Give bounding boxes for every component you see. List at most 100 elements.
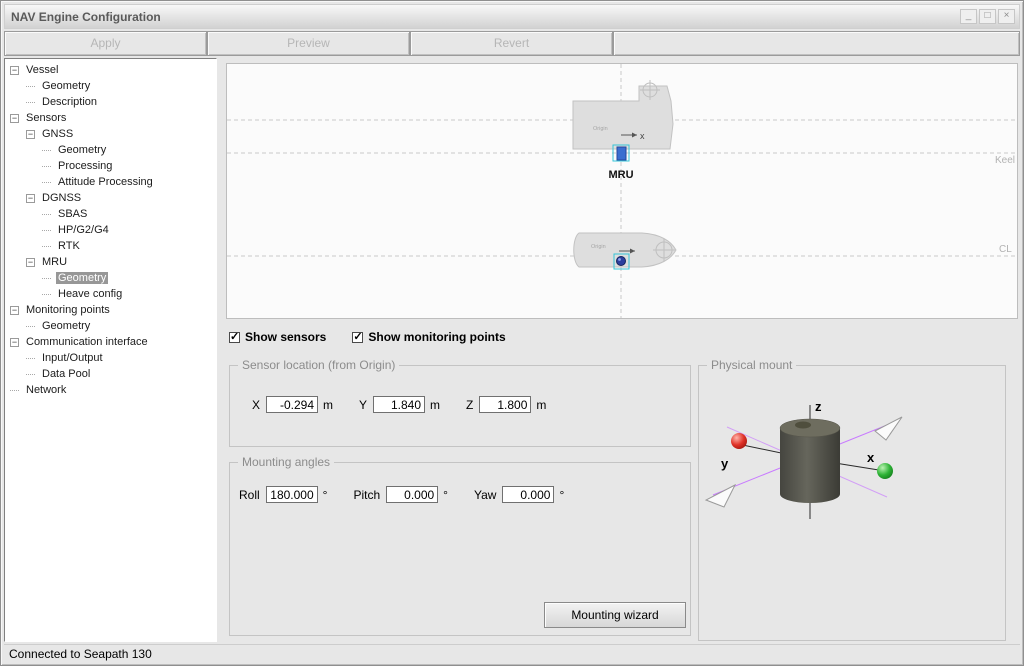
- pitch-label: Pitch: [353, 488, 380, 502]
- tree-item-label[interactable]: Input/Output: [40, 352, 105, 364]
- x-label: X: [252, 398, 260, 412]
- z-unit: m: [536, 398, 546, 412]
- vessel-diagram[interactable]: Keel CL Origin x MRU: [226, 63, 1018, 319]
- show-sensors-option[interactable]: ✓ Show sensors: [229, 330, 326, 344]
- maximize-button[interactable]: □: [979, 9, 996, 24]
- x-axis-label: x: [640, 131, 645, 141]
- toolbar-spacer: [613, 31, 1020, 56]
- tree-item-geometry[interactable]: Geometry: [5, 270, 216, 286]
- tree-expand-icon[interactable]: −: [26, 194, 35, 203]
- tree-item-geometry[interactable]: Geometry: [5, 142, 216, 158]
- apply-button[interactable]: Apply: [4, 31, 207, 56]
- close-button[interactable]: ×: [998, 9, 1015, 24]
- tree-item-label[interactable]: Attitude Processing: [56, 176, 155, 188]
- tree-item-attitude-processing[interactable]: Attitude Processing: [5, 174, 216, 190]
- window-title: NAV Engine Configuration: [5, 10, 960, 24]
- tree-connector-line: [42, 182, 51, 183]
- tree-item-processing[interactable]: Processing: [5, 158, 216, 174]
- sensor-location-group: Sensor location (from Origin) X m Y m Z …: [229, 365, 691, 447]
- z-input[interactable]: [479, 396, 531, 413]
- vessel-diagram-svg: Keel CL Origin x MRU: [227, 64, 1017, 318]
- z-label: Z: [466, 398, 473, 412]
- tree-item-label[interactable]: RTK: [56, 240, 82, 252]
- tree-expand-icon[interactable]: −: [26, 258, 35, 267]
- tree-item-label[interactable]: Geometry: [40, 320, 92, 332]
- nav-engine-configuration-window: NAV Engine Configuration _ □ × Apply Pre…: [0, 0, 1024, 666]
- tree-item-input-output[interactable]: Input/Output: [5, 350, 216, 366]
- toolbar: Apply Preview Revert: [4, 31, 1020, 56]
- tree-item-heave-config[interactable]: Heave config: [5, 286, 216, 302]
- tree-expand-icon[interactable]: −: [10, 114, 19, 123]
- tree-connector-line: [26, 86, 35, 87]
- mounting-angles-group: Mounting angles Roll ° Pitch ° Yaw ° Mou…: [229, 462, 691, 636]
- tree-panel[interactable]: −VesselGeometryDescription−Sensors−GNSSG…: [4, 58, 217, 642]
- tree-item-label[interactable]: GNSS: [40, 128, 75, 140]
- connection-status: Connected to Seapath 130: [9, 647, 152, 661]
- roll-input[interactable]: [266, 486, 318, 503]
- pitch-input[interactable]: [386, 486, 438, 503]
- tree-item-sbas[interactable]: SBAS: [5, 206, 216, 222]
- x-unit: m: [323, 398, 333, 412]
- y-axis-label: y: [721, 456, 729, 471]
- tree-item-label[interactable]: Geometry: [40, 80, 92, 92]
- physical-mount-3d-view: z y x: [699, 367, 1005, 639]
- tree-item-label[interactable]: Network: [24, 384, 68, 396]
- tree-item-description[interactable]: Description: [5, 94, 216, 110]
- tree-item-geometry[interactable]: Geometry: [5, 318, 216, 334]
- mounting-wizard-button[interactable]: Mounting wizard: [544, 602, 686, 628]
- tree-item-label[interactable]: Monitoring points: [24, 304, 112, 316]
- tree-item-rtk[interactable]: RTK: [5, 238, 216, 254]
- tree-item-sensors[interactable]: −Sensors: [5, 110, 216, 126]
- y-input[interactable]: [373, 396, 425, 413]
- tree-item-label[interactable]: Geometry: [56, 144, 108, 156]
- revert-button[interactable]: Revert: [410, 31, 613, 56]
- tree-item-label[interactable]: Communication interface: [24, 336, 150, 348]
- tree-item-label[interactable]: SBAS: [56, 208, 89, 220]
- physical-mount-group: Physical mount: [698, 365, 1006, 641]
- yaw-input[interactable]: [502, 486, 554, 503]
- tree-item-geometry[interactable]: Geometry: [5, 78, 216, 94]
- show-monitoring-points-checkbox[interactable]: ✓: [352, 332, 363, 343]
- tree-connector-line: [42, 150, 51, 151]
- keel-label: Keel: [995, 155, 1015, 166]
- tree-item-network[interactable]: Network: [5, 382, 216, 398]
- tree-item-label[interactable]: Processing: [56, 160, 114, 172]
- show-sensors-checkbox[interactable]: ✓: [229, 332, 240, 343]
- tree-item-gnss[interactable]: −GNSS: [5, 126, 216, 142]
- x-input[interactable]: [266, 396, 318, 413]
- tree-expand-icon[interactable]: −: [10, 306, 19, 315]
- tree-item-label[interactable]: Geometry: [56, 272, 108, 284]
- tree-item-label[interactable]: Description: [40, 96, 99, 108]
- sensor-highlight: [618, 258, 621, 261]
- tree-item-label[interactable]: Data Pool: [40, 368, 92, 380]
- tree-item-label[interactable]: Sensors: [24, 112, 68, 124]
- tree-item-label[interactable]: Vessel: [24, 64, 60, 76]
- status-bar: Connected to Seapath 130: [4, 644, 1020, 662]
- mru-label: MRU: [608, 169, 633, 181]
- mounting-angles-title: Mounting angles: [238, 455, 334, 469]
- show-monitoring-points-option[interactable]: ✓ Show monitoring points: [352, 330, 505, 344]
- tree-item-label[interactable]: Heave config: [56, 288, 124, 300]
- mru-sensor-top[interactable]: [617, 257, 626, 266]
- tree-item-label[interactable]: MRU: [40, 256, 69, 268]
- tree-expand-icon[interactable]: −: [26, 130, 35, 139]
- tree-connector-line: [26, 102, 35, 103]
- tree-expand-icon[interactable]: −: [10, 66, 19, 75]
- cylinder-body: [780, 428, 840, 494]
- tree-item-hp-g2-g4[interactable]: HP/G2/G4: [5, 222, 216, 238]
- tree-item-mru[interactable]: −MRU: [5, 254, 216, 270]
- tree-item-label[interactable]: DGNSS: [40, 192, 83, 204]
- mru-sensor-side[interactable]: [617, 147, 626, 160]
- tree-item-communication-interface[interactable]: −Communication interface: [5, 334, 216, 350]
- tree-item-label[interactable]: HP/G2/G4: [56, 224, 111, 236]
- tree-item-data-pool[interactable]: Data Pool: [5, 366, 216, 382]
- mounting-angles-fields: Roll ° Pitch ° Yaw °: [239, 486, 564, 503]
- title-bar: NAV Engine Configuration _ □ ×: [4, 4, 1020, 29]
- tree-item-vessel[interactable]: −Vessel: [5, 62, 216, 78]
- tree-expand-icon[interactable]: −: [10, 338, 19, 347]
- tree-item-dgnss[interactable]: −DGNSS: [5, 190, 216, 206]
- minimize-button[interactable]: _: [960, 9, 977, 24]
- x-axis-label-3d: x: [867, 450, 875, 465]
- preview-button[interactable]: Preview: [207, 31, 410, 56]
- tree-item-monitoring-points[interactable]: −Monitoring points: [5, 302, 216, 318]
